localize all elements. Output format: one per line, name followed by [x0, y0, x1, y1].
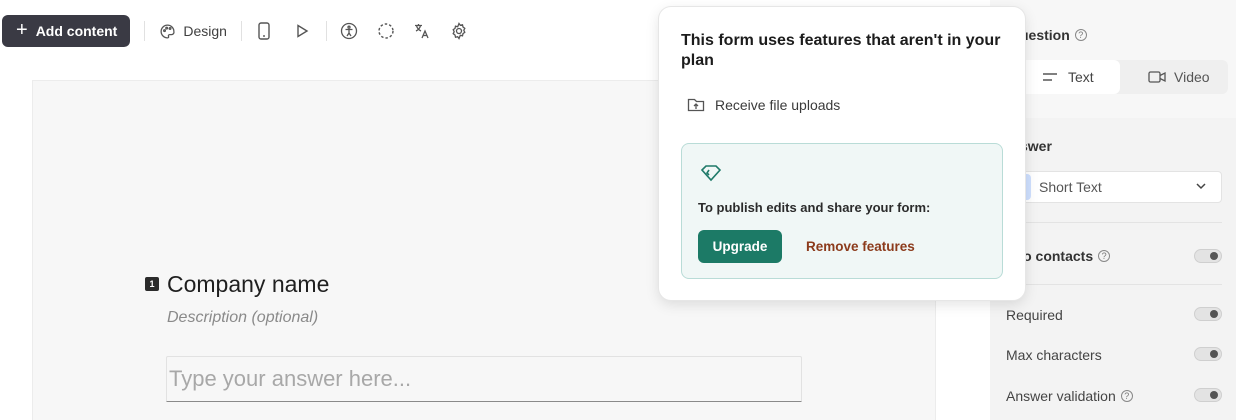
answer-type-select[interactable]: Short Text	[1000, 171, 1222, 203]
popup-title: This form uses features that aren't in y…	[681, 32, 1001, 69]
plan-features-popup: This form uses features that aren't in y…	[659, 7, 1025, 300]
design-button[interactable]: Design	[157, 21, 227, 41]
answer-validation-row: Answer validation ?	[1006, 388, 1133, 404]
answer-input[interactable]: Type your answer here...	[166, 356, 802, 402]
answer-validation-toggle[interactable]	[1194, 388, 1222, 402]
max-characters-row: Max characters	[1006, 347, 1102, 363]
required-row: Required	[1006, 307, 1063, 323]
tab-video[interactable]: Video	[1148, 60, 1210, 94]
help-icon[interactable]: ?	[1098, 250, 1111, 262]
accessibility-icon[interactable]	[339, 21, 359, 41]
question-description[interactable]: Description (optional)	[167, 309, 318, 327]
chevron-down-icon	[1196, 183, 1206, 190]
max-characters-label: Max characters	[1006, 347, 1102, 363]
feature-item: Receive file uploads	[687, 97, 840, 113]
divider	[1006, 222, 1222, 223]
max-characters-toggle[interactable]	[1194, 347, 1222, 361]
required-toggle[interactable]	[1194, 307, 1222, 321]
toolbar-divider	[325, 21, 327, 41]
map-contacts-toggle[interactable]	[1194, 249, 1222, 263]
settings-icon[interactable]	[449, 21, 469, 41]
toolbar-divider	[240, 21, 242, 41]
text-lines-icon	[1043, 73, 1057, 81]
question-label: uestion	[1020, 27, 1070, 43]
question-heading: uestion ?	[1020, 27, 1087, 43]
add-content-label: Add content	[35, 23, 118, 39]
help-icon[interactable]: ?	[1074, 29, 1087, 41]
answer-type-label: Short Text	[1039, 179, 1102, 195]
toolbar-divider	[144, 21, 146, 41]
question-section	[990, 0, 1236, 118]
question-type-tabs: Text Video	[998, 60, 1228, 94]
remove-features-button[interactable]: Remove features	[806, 230, 915, 263]
play-preview-icon[interactable]	[292, 21, 312, 41]
question-number-badge: 1	[145, 277, 159, 291]
question-title[interactable]: Company name	[167, 271, 329, 298]
video-icon	[1148, 71, 1166, 83]
upgrade-box: To publish edits and share your form: Up…	[681, 143, 1003, 279]
tab-text-label: Text	[1068, 69, 1094, 85]
help-icon[interactable]: ?	[1120, 390, 1133, 402]
plus-icon: +	[16, 19, 28, 41]
palette-icon	[157, 21, 177, 41]
publish-text: To publish edits and share your form:	[698, 200, 931, 215]
properties-panel: uestion ? Text Video swer Short Text p t…	[990, 0, 1236, 420]
tab-video-label: Video	[1174, 69, 1210, 85]
upgrade-button[interactable]: Upgrade	[698, 230, 782, 263]
design-label: Design	[183, 23, 227, 39]
feature-label: Receive file uploads	[715, 97, 841, 113]
divider	[1006, 284, 1222, 285]
mobile-preview-icon[interactable]	[254, 21, 274, 41]
add-content-button[interactable]: + Add content	[2, 15, 131, 47]
required-label: Required	[1006, 307, 1063, 323]
answer-validation-label: Answer validation	[1006, 388, 1116, 404]
folder-upload-icon	[687, 98, 705, 112]
translate-icon[interactable]	[412, 21, 432, 41]
loading-icon[interactable]	[376, 21, 396, 41]
diamond-icon	[700, 165, 722, 182]
